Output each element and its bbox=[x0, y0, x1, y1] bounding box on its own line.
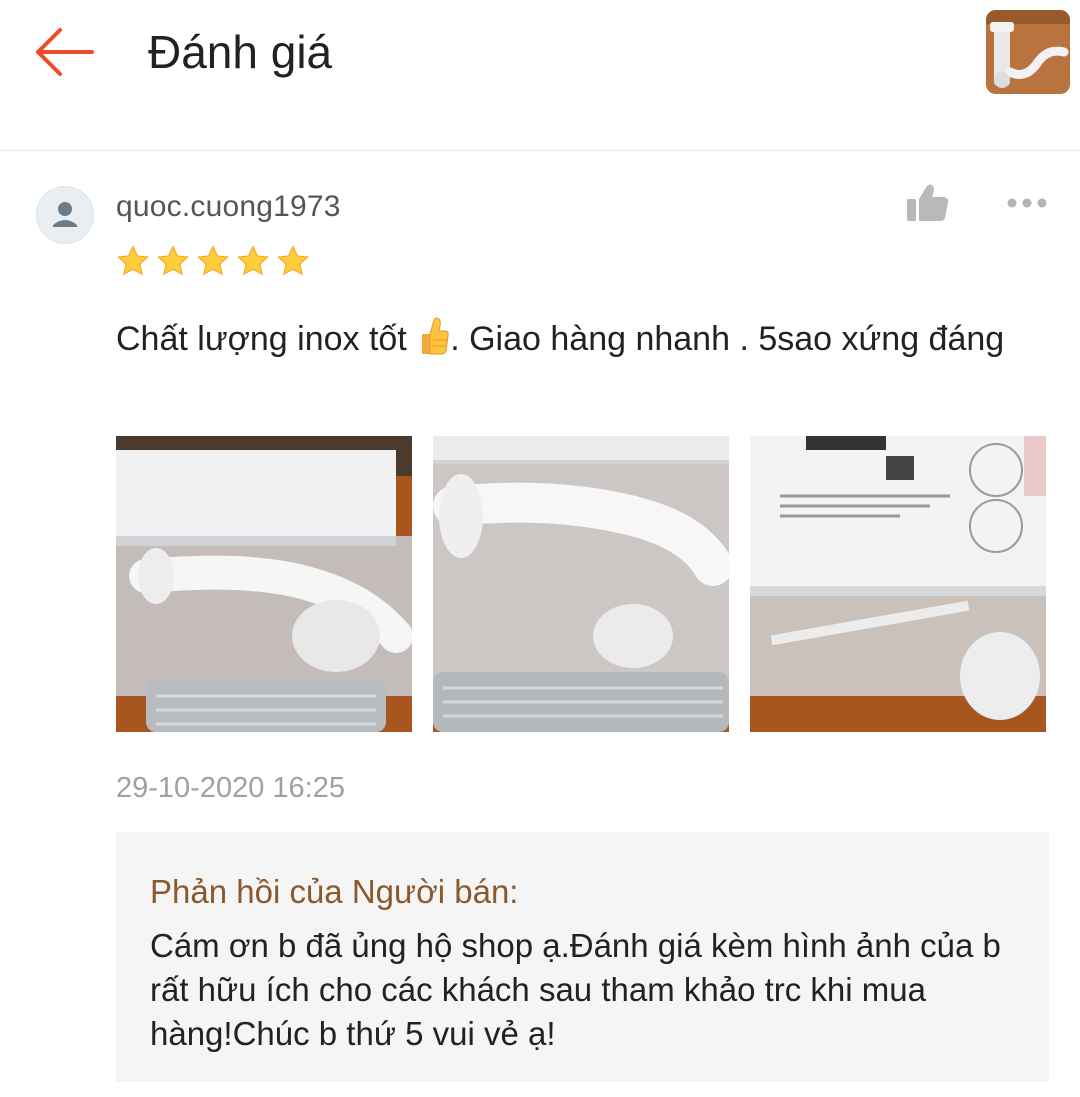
like-button[interactable] bbox=[905, 182, 951, 224]
review-photo-3[interactable] bbox=[750, 436, 1046, 732]
seller-reply-text: Cám ơn b đã ủng hộ shop ạ.Đánh giá kèm h… bbox=[150, 927, 1001, 1052]
star-icon bbox=[277, 245, 309, 276]
page-title: Đánh giá bbox=[148, 26, 333, 78]
more-icon bbox=[1007, 198, 1047, 208]
review-photo-2[interactable] bbox=[433, 436, 729, 732]
arrow-left-icon bbox=[36, 28, 94, 76]
star-icon bbox=[157, 245, 189, 276]
avatar[interactable] bbox=[36, 186, 94, 244]
review-text-part1: Chất lượng inox tốt bbox=[116, 320, 417, 358]
thumbs-up-emoji-icon bbox=[422, 317, 449, 355]
product-thumbnail[interactable] bbox=[986, 10, 1070, 94]
product-image bbox=[986, 10, 1070, 94]
review-photo-image bbox=[433, 436, 729, 732]
rating-stars bbox=[116, 244, 310, 278]
header: Đánh giá bbox=[0, 0, 1080, 151]
star-icon bbox=[197, 245, 229, 276]
back-button[interactable] bbox=[30, 20, 100, 84]
thumbs-up-icon bbox=[907, 184, 949, 221]
reviewer-username[interactable]: quoc.cuong1973 bbox=[116, 188, 341, 226]
review-timestamp: 29-10-2020 16:25 bbox=[116, 772, 345, 804]
review-photo-image bbox=[116, 436, 412, 732]
review-text: Chất lượng inox tốt . Giao hàng nhanh . … bbox=[116, 316, 1006, 361]
more-options-button[interactable] bbox=[1002, 188, 1052, 218]
star-icon bbox=[117, 245, 149, 276]
review-photo-image bbox=[750, 436, 1046, 732]
avatar-icon bbox=[53, 202, 77, 227]
seller-reply-title: Phản hồi của Người bán: bbox=[150, 873, 519, 910]
review-photo-1[interactable] bbox=[116, 436, 412, 732]
star-icon bbox=[237, 245, 269, 276]
review-text-part2: . Giao hàng nhanh . 5sao xứng đáng bbox=[450, 320, 1005, 358]
seller-reply: Phản hồi của Người bán: Cám ơn b đã ủng … bbox=[116, 832, 1049, 1082]
